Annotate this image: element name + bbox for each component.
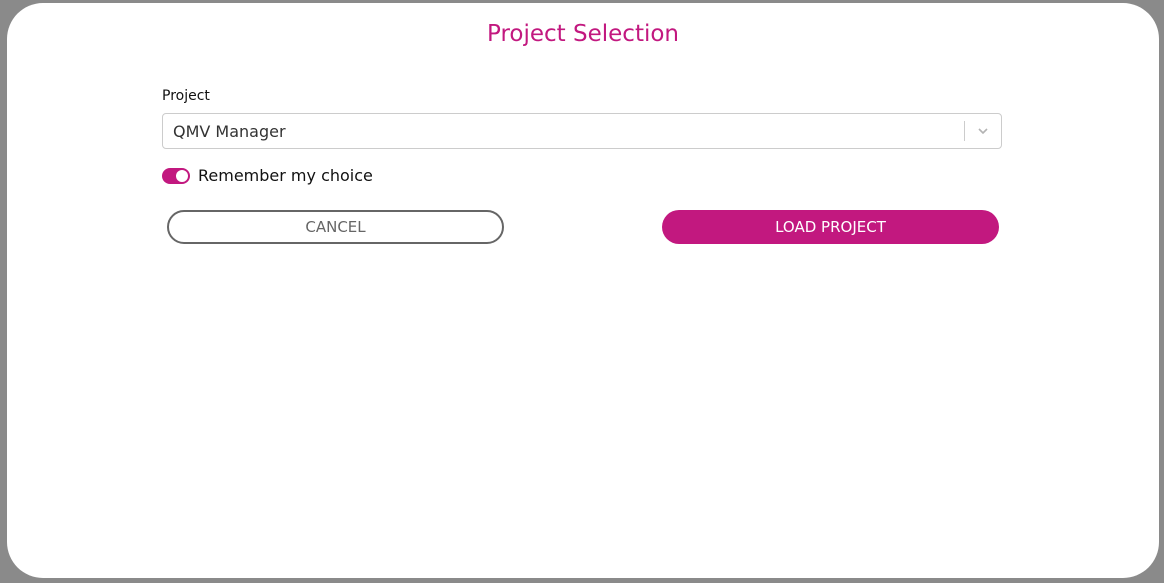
- remember-choice-toggle[interactable]: [162, 167, 190, 184]
- remember-choice-label[interactable]: Remember my choice: [198, 166, 373, 185]
- chevron-down-icon[interactable]: [965, 114, 1001, 148]
- project-selection-dialog: Project Selection Project QMV Manager Re…: [7, 3, 1159, 578]
- remember-choice-row: Remember my choice: [162, 166, 373, 185]
- toggle-knob: [176, 169, 188, 182]
- dialog-title: Project Selection: [487, 21, 679, 47]
- project-select-value: QMV Manager: [173, 121, 286, 141]
- project-field-label: Project: [162, 88, 210, 104]
- load-project-button[interactable]: LOAD PROJECT: [662, 210, 999, 244]
- project-select[interactable]: QMV Manager: [162, 113, 1002, 149]
- cancel-button[interactable]: CANCEL: [167, 210, 504, 244]
